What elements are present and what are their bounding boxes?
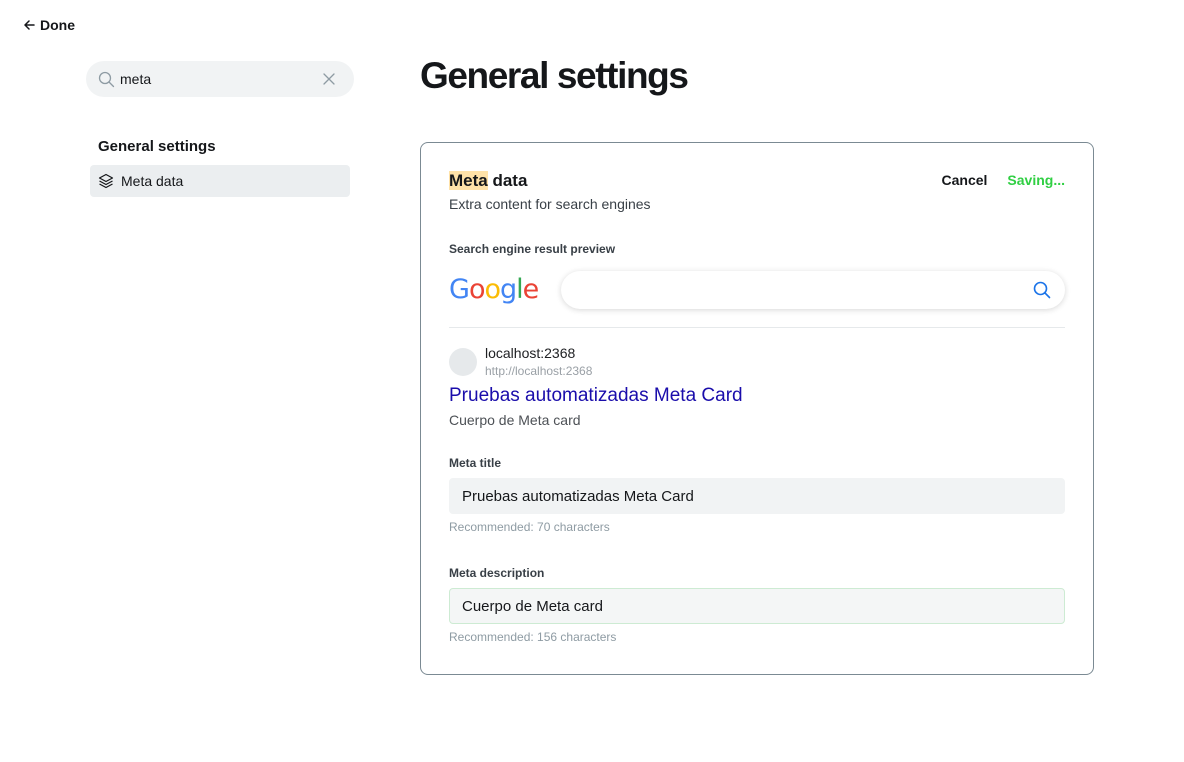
serp-description: Cuerpo de Meta card bbox=[449, 412, 581, 428]
google-search-bar bbox=[561, 271, 1065, 309]
card-title: Meta data bbox=[449, 171, 651, 191]
google-logo-letter: o bbox=[484, 274, 501, 305]
sidebar-item-label: Meta data bbox=[121, 173, 184, 189]
search-icon bbox=[1033, 281, 1051, 299]
close-icon[interactable] bbox=[322, 72, 336, 86]
settings-search bbox=[86, 61, 354, 97]
preview-label: Search engine result preview bbox=[449, 242, 616, 256]
meta-description-input[interactable] bbox=[449, 588, 1065, 624]
google-logo-letter: o bbox=[468, 274, 486, 305]
card-title-rest: data bbox=[487, 171, 528, 190]
serp-site-name: localhost:2368 bbox=[485, 345, 576, 361]
google-preview-header: Google bbox=[449, 268, 1065, 328]
meta-description-hint: Recommended: 156 characters bbox=[449, 630, 617, 644]
meta-description-label: Meta description bbox=[449, 566, 545, 580]
done-label: Done bbox=[40, 17, 75, 33]
favicon bbox=[449, 348, 477, 376]
sidebar-item-meta-data[interactable]: Meta data bbox=[90, 165, 350, 197]
meta-title-hint: Recommended: 70 characters bbox=[449, 520, 610, 534]
serp-url: http://localhost:2368 bbox=[485, 364, 593, 378]
google-logo-letter: g bbox=[500, 274, 517, 305]
search-icon bbox=[98, 71, 115, 87]
done-button[interactable]: Done bbox=[24, 17, 75, 33]
google-logo-letter: G bbox=[449, 274, 470, 305]
google-logo: Google bbox=[449, 274, 540, 305]
search-input[interactable] bbox=[120, 61, 322, 97]
search-highlight: Meta bbox=[449, 171, 488, 190]
meta-title-input[interactable] bbox=[449, 478, 1065, 514]
cancel-button[interactable]: Cancel bbox=[942, 172, 988, 188]
nav-section-title: General settings bbox=[98, 138, 216, 155]
page-title: General settings bbox=[420, 55, 689, 96]
meta-data-card: Meta data Extra content for search engin… bbox=[420, 142, 1094, 675]
card-subtitle: Extra content for search engines bbox=[449, 196, 651, 212]
google-logo-letter: e bbox=[522, 274, 540, 305]
serp-title-link[interactable]: Pruebas automatizadas Meta Card bbox=[449, 385, 743, 407]
arrow-left-icon bbox=[24, 20, 35, 30]
meta-title-label: Meta title bbox=[449, 456, 502, 470]
save-button[interactable]: Saving... bbox=[1007, 172, 1065, 188]
layers-icon bbox=[98, 173, 114, 189]
